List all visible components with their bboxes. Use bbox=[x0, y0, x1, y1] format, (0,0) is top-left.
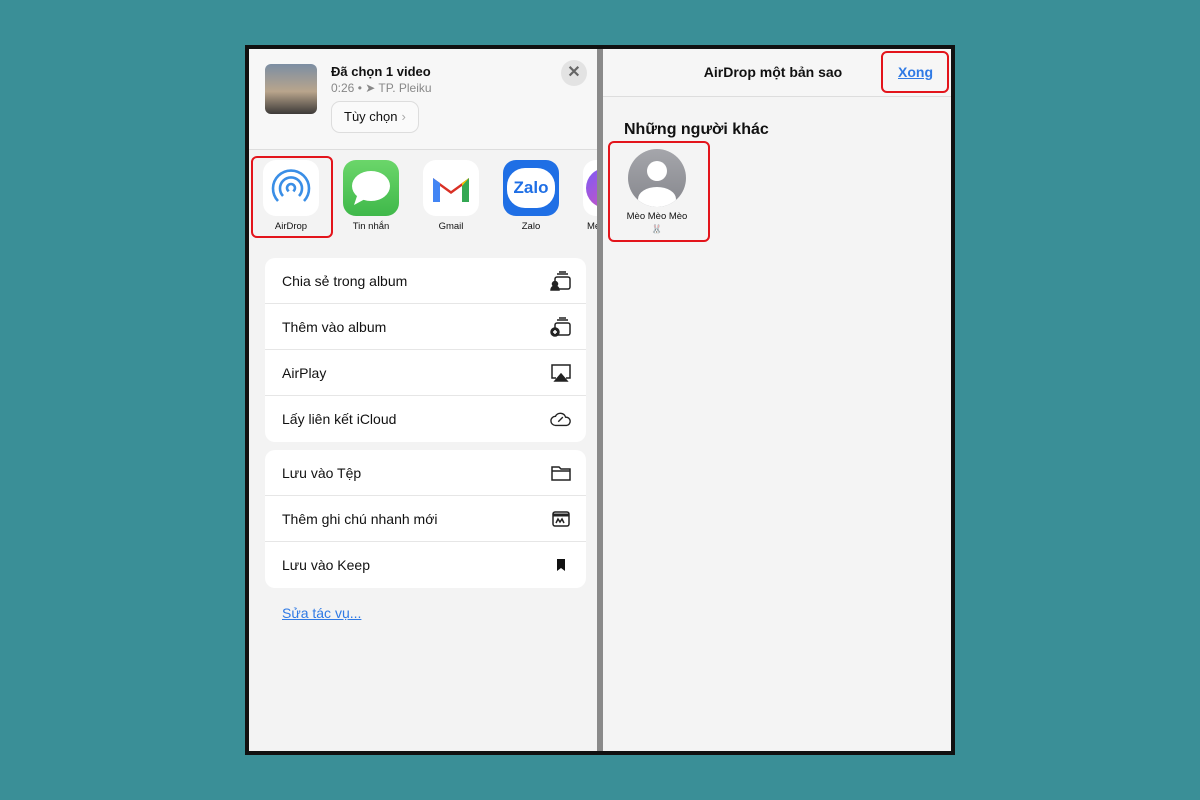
action-airplay[interactable]: AirPlay bbox=[265, 350, 586, 396]
share-sheet: Đã chọn 1 video 0:26 • ➤ TP. Pleiku Tùy … bbox=[249, 49, 597, 751]
quick-note-icon bbox=[550, 509, 572, 529]
bookmark-icon bbox=[550, 555, 572, 575]
messenger-icon bbox=[583, 160, 597, 216]
actions-group-2: Lưu vào Tệp Thêm ghi chú nhanh mới Lưu v… bbox=[265, 450, 586, 588]
action-shared-album[interactable]: Chia sẻ trong album bbox=[265, 258, 586, 304]
location-icon: ➤ bbox=[365, 81, 376, 95]
gmail-icon bbox=[423, 160, 479, 216]
video-thumbnail bbox=[265, 64, 317, 114]
add-album-icon bbox=[550, 316, 572, 337]
action-label: Chia sẻ trong album bbox=[282, 272, 408, 289]
zalo-logo-text: Zalo bbox=[507, 168, 555, 208]
app-label: Zalo bbox=[521, 221, 541, 232]
duration: 0:26 bbox=[331, 81, 355, 95]
action-label: Lấy liên kết iCloud bbox=[282, 411, 397, 427]
airplay-icon bbox=[550, 363, 572, 383]
highlight-airdrop bbox=[251, 156, 333, 238]
icloud-link-icon bbox=[550, 409, 572, 429]
action-quick-note[interactable]: Thêm ghi chú nhanh mới bbox=[265, 496, 586, 542]
zalo-icon: Zalo bbox=[503, 160, 559, 216]
action-label: Thêm vào album bbox=[282, 318, 387, 335]
screenshot-frame: Đã chọn 1 video 0:26 • ➤ TP. Pleiku Tùy … bbox=[245, 45, 955, 755]
action-save-files[interactable]: Lưu vào Tệp bbox=[265, 450, 586, 496]
action-icloud-link[interactable]: Lấy liên kết iCloud bbox=[265, 396, 586, 442]
app-label: Tin nhắn bbox=[352, 221, 390, 232]
highlight-person bbox=[608, 141, 710, 242]
action-label: Lưu vào Tệp bbox=[282, 464, 362, 481]
airdrop-panel: AirDrop một bản sao Xong Những người khá… bbox=[603, 49, 951, 751]
selection-title: Đã chọn 1 video bbox=[331, 64, 431, 79]
action-label: Thêm ghi chú nhanh mới bbox=[282, 510, 438, 527]
share-header: Đã chọn 1 video 0:26 • ➤ TP. Pleiku Tùy … bbox=[249, 49, 597, 150]
edit-actions-link[interactable]: Sửa tác vụ... bbox=[282, 605, 361, 621]
shared-album-icon bbox=[550, 270, 572, 291]
options-button[interactable]: Tùy chọn › bbox=[331, 101, 419, 133]
app-messenger[interactable]: Me bbox=[581, 160, 597, 232]
folder-icon bbox=[550, 463, 572, 483]
app-messages[interactable]: Tin nhắn bbox=[341, 160, 401, 232]
action-label: AirPlay bbox=[282, 364, 327, 381]
messages-icon bbox=[343, 160, 399, 216]
video-meta: 0:26 • ➤ TP. Pleiku bbox=[331, 81, 432, 95]
app-label: Me bbox=[587, 221, 597, 232]
actions-group-1: Chia sẻ trong album Thêm vào album AirPl… bbox=[265, 258, 586, 442]
app-label: Gmail bbox=[438, 221, 464, 232]
action-save-keep[interactable]: Lưu vào Keep bbox=[265, 542, 586, 588]
options-label: Tùy chọn bbox=[344, 109, 398, 124]
location: TP. Pleiku bbox=[378, 81, 432, 95]
section-title: Những người khác bbox=[624, 121, 769, 138]
action-label: Lưu vào Keep bbox=[282, 557, 370, 573]
highlight-done bbox=[881, 51, 949, 93]
chevron-right-icon: › bbox=[401, 109, 406, 124]
action-add-album[interactable]: Thêm vào album bbox=[265, 304, 586, 350]
app-gmail[interactable]: Gmail bbox=[421, 160, 481, 232]
app-zalo[interactable]: Zalo Zalo bbox=[501, 160, 561, 232]
close-button[interactable]: ✕ bbox=[561, 60, 587, 86]
